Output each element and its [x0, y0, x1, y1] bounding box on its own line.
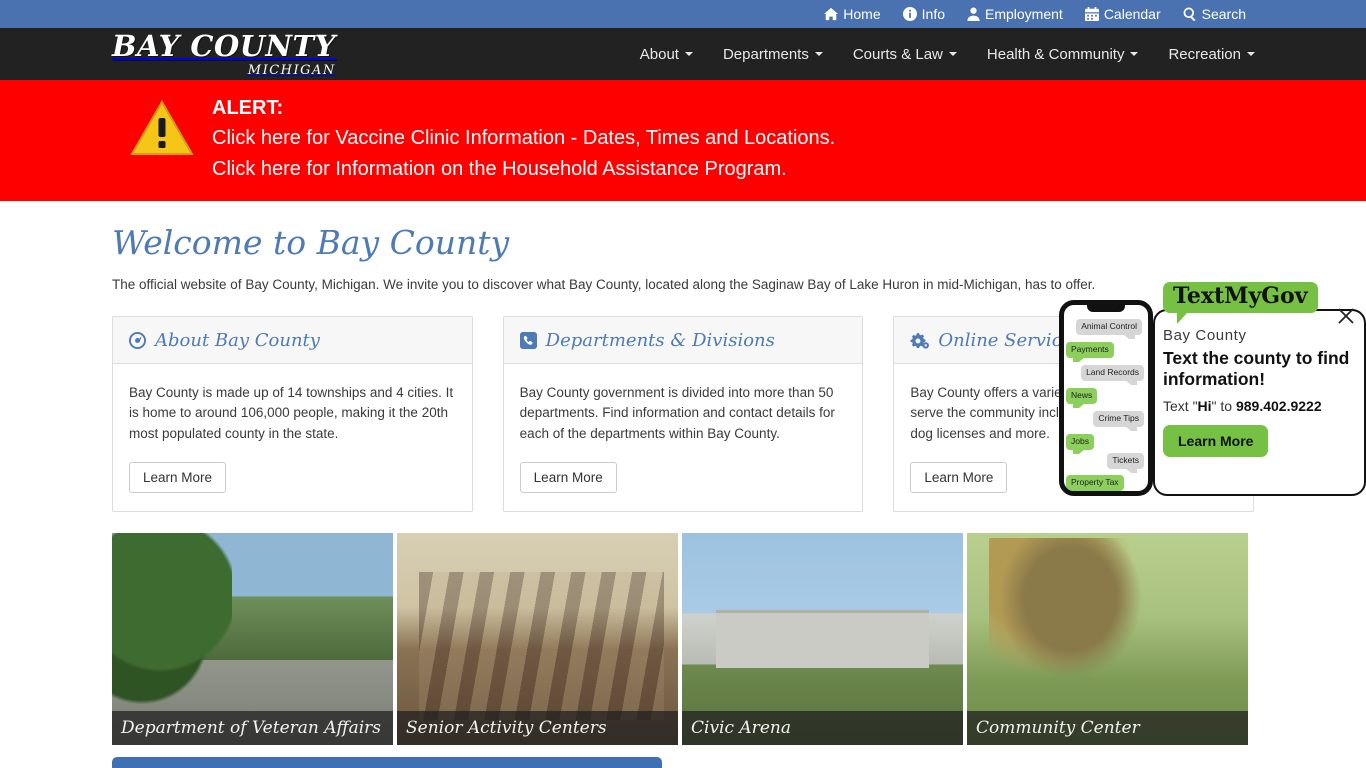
- phone-bubble-crime-tips: Crime Tips: [1093, 411, 1144, 430]
- nav-label-recreation: Recreation: [1168, 45, 1241, 63]
- gears-icon: [910, 332, 930, 349]
- topbar-link-search[interactable]: Search: [1183, 7, 1246, 21]
- alert-link-household-assistance[interactable]: Click here for Information on the Househ…: [212, 154, 835, 185]
- card-header: About Bay County: [113, 316, 472, 364]
- topbar-link-info[interactable]: Info: [902, 6, 945, 22]
- nav-item-about[interactable]: About: [625, 36, 708, 73]
- alert-body: ALERT: Click here for Vaccine Clinic Inf…: [212, 94, 835, 185]
- nav-label-departments: Departments: [722, 45, 809, 63]
- textmygov-popup: TextMyGov Bay County Text the county to …: [1059, 282, 1366, 496]
- textmygov-phone-number: 989.402.9222: [1235, 397, 1322, 414]
- topbar-label-employment: Employment: [985, 6, 1063, 22]
- textmygov-logo-text: TextMyGov: [1173, 283, 1308, 309]
- textmygov-instruction: Text "Hi" to 989.402.9222: [1163, 397, 1358, 415]
- page-title: Welcome to Bay County: [112, 223, 510, 262]
- instruction-mid: " to: [1211, 397, 1236, 414]
- phone-notch: [1087, 305, 1125, 312]
- search-icon: [1183, 7, 1197, 21]
- nav-label-about: About: [639, 45, 679, 63]
- main-navigation: About Departments Courts & Law Health & …: [625, 36, 1270, 73]
- topbar-label-calendar: Calendar: [1103, 6, 1161, 22]
- textmygov-logo: TextMyGov: [1163, 282, 1318, 325]
- alert-title: ALERT:: [212, 97, 284, 119]
- card-header: Departments & Divisions: [503, 316, 863, 364]
- phone-bubble-news: News: [1066, 388, 1098, 407]
- chevron-down-icon: [1247, 52, 1255, 56]
- intro-paragraph: The official website of Bay County, Mich…: [112, 277, 1096, 292]
- alert-banner: ALERT: Click here for Vaccine Clinic Inf…: [0, 80, 1366, 201]
- instruction-keyword: Hi: [1197, 397, 1212, 414]
- top-utility-bar: Home Info Employment Calendar Search: [0, 0, 1366, 28]
- topbar-link-home[interactable]: Home: [824, 6, 881, 22]
- phone-bubble-tickets: Tickets: [1107, 453, 1144, 472]
- chevron-down-icon: [684, 52, 693, 56]
- tile-caption-text: Senior Activity Centers: [406, 718, 607, 739]
- tile-caption-text: Community Center: [976, 718, 1140, 739]
- card-about-bay-county: About Bay County Bay County is made up o…: [112, 315, 473, 513]
- compass-icon: [129, 331, 146, 349]
- phone-bubble-land-records: Land Records: [1081, 365, 1144, 384]
- tile-department-of-veteran-affairs[interactable]: Department of Veteran Affairs: [112, 533, 393, 746]
- topbar-label-search: Search: [1201, 6, 1246, 22]
- alert-link-vaccine[interactable]: Click here for Vaccine Clinic Informatio…: [212, 123, 835, 154]
- nav-item-departments[interactable]: Departments: [708, 36, 838, 73]
- logo-main-text: BAY COUNTY: [112, 28, 336, 63]
- card-departments-divisions: Departments & Divisions Bay County gover…: [502, 315, 864, 513]
- site-logo[interactable]: BAY COUNTY MICHIGAN: [112, 28, 336, 78]
- bottom-blue-bar[interactable]: [112, 757, 662, 768]
- learn-more-button-online-services[interactable]: Learn More: [910, 462, 1008, 494]
- chevron-down-icon: [1130, 52, 1139, 56]
- learn-more-button-about[interactable]: Learn More: [129, 462, 227, 494]
- tile-caption: Senior Activity Centers: [397, 711, 678, 746]
- nav-item-health-community[interactable]: Health & Community: [972, 36, 1154, 73]
- topbar-link-employment[interactable]: Employment: [967, 7, 1063, 21]
- warning-triangle-icon: [130, 99, 194, 161]
- card-title-departments: Departments & Divisions: [545, 329, 775, 351]
- info-icon: [902, 7, 917, 21]
- learn-more-button-departments[interactable]: Learn More: [519, 462, 617, 494]
- card-text-departments: Bay County government is divided into mo…: [519, 384, 835, 441]
- feature-tiles-row: Department of Veteran Affairs Senior Act…: [112, 533, 1254, 746]
- topbar-link-calendar[interactable]: Calendar: [1084, 6, 1161, 22]
- tile-senior-activity-centers[interactable]: Senior Activity Centers: [397, 533, 678, 746]
- chevron-down-icon: [948, 52, 957, 56]
- chevron-down-icon: [814, 52, 823, 56]
- tile-caption: Civic Arena: [682, 711, 963, 746]
- tile-caption: Department of Veteran Affairs: [112, 711, 393, 746]
- phone-bubble-jobs: Jobs: [1066, 434, 1094, 453]
- site-header: BAY COUNTY MICHIGAN About Departments Co…: [0, 28, 1366, 80]
- logo-sub-text: MICHIGAN: [247, 62, 336, 78]
- nav-label-courts-law: Courts & Law: [852, 45, 943, 63]
- nav-label-health-community: Health & Community: [986, 45, 1125, 63]
- phone-bubble-animal-control: Animal Control: [1076, 319, 1142, 338]
- card-title-about: About Bay County: [155, 329, 320, 351]
- phone-bubble-payments: Payments: [1066, 342, 1114, 361]
- textmygov-learn-more-button[interactable]: Learn More: [1163, 424, 1269, 457]
- home-icon: [824, 7, 839, 21]
- nav-item-recreation[interactable]: Recreation: [1153, 36, 1270, 73]
- topbar-label-home: Home: [843, 6, 881, 22]
- topbar-label-info: Info: [921, 6, 945, 22]
- textmygov-phone-mockup: Animal Control Payments Land Records New…: [1059, 300, 1153, 496]
- tile-caption-text: Civic Arena: [691, 718, 791, 739]
- instruction-prefix: Text ": [1163, 397, 1198, 414]
- phone-icon: [519, 331, 537, 349]
- tile-community-center[interactable]: Community Center: [967, 533, 1248, 746]
- calendar-icon: [1084, 7, 1099, 21]
- card-text-about: Bay County is made up of 14 townships an…: [129, 384, 454, 441]
- tile-caption: Community Center: [967, 711, 1248, 746]
- phone-bubble-property-tax: Property Tax: [1066, 475, 1124, 491]
- textmygov-headline: Text the county to find information!: [1163, 347, 1350, 389]
- tile-caption-text: Department of Veteran Affairs: [121, 718, 381, 739]
- textmygov-content: Bay County Text the county to find infor…: [1163, 326, 1358, 457]
- user-icon: [967, 7, 980, 21]
- nav-item-courts-law[interactable]: Courts & Law: [838, 36, 972, 73]
- close-icon[interactable]: [1336, 306, 1356, 326]
- card-body: Bay County government is divided into mo…: [504, 364, 863, 512]
- card-body: Bay County is made up of 14 townships an…: [113, 364, 472, 512]
- textmygov-subtitle: Bay County: [1163, 327, 1247, 344]
- tile-civic-arena[interactable]: Civic Arena: [682, 533, 963, 746]
